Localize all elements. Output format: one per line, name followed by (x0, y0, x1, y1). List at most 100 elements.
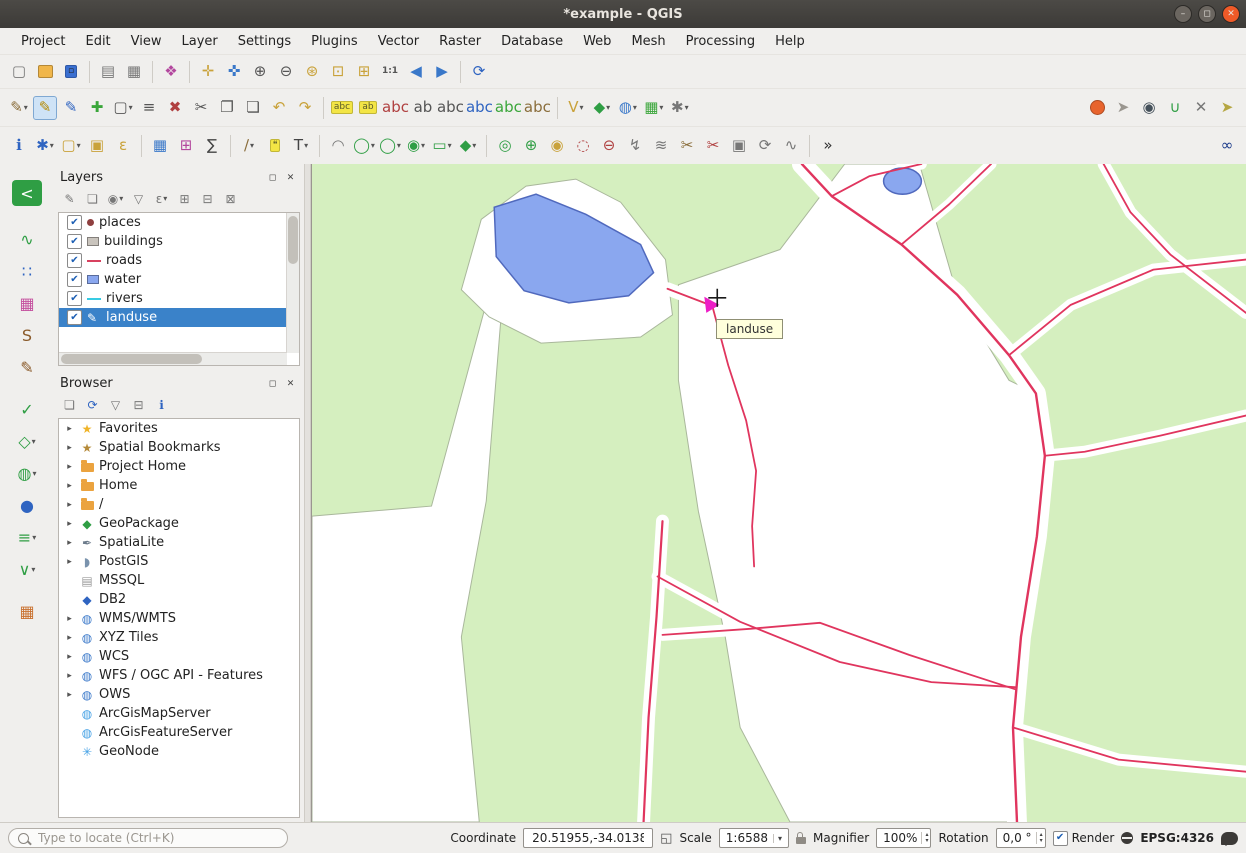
map-tips-icon[interactable]: ❝ (263, 134, 287, 158)
new-geopackage-layer-dropdown[interactable]: ▾ (606, 103, 610, 112)
ellipse-from-center-dropdown[interactable]: ▾ (421, 141, 425, 150)
check-polygon-icon[interactable]: ✓ (12, 396, 42, 422)
browser-item-xyz-tiles[interactable]: ▸◍XYZ Tiles (59, 628, 299, 647)
circle-dropdown-dropdown[interactable]: ▾ (32, 469, 36, 478)
browser-item-wms-wmts[interactable]: ▸◍WMS/WMTS (59, 609, 299, 628)
show-hide-labels-icon[interactable]: abc (437, 96, 464, 120)
reshape-features-icon[interactable]: ↯ (623, 134, 647, 158)
add-part-icon[interactable]: ⊕ (519, 134, 543, 158)
polygon-dropdown-dropdown[interactable]: ▾ (32, 437, 36, 446)
circle-2-points-dropdown[interactable]: ▾ (397, 141, 401, 150)
show-layout-manager-icon[interactable]: ▦ (122, 60, 146, 84)
zoom-out-icon[interactable]: ⊖ (274, 60, 298, 84)
zoom-next-icon[interactable]: ▶ (430, 60, 454, 84)
collapse-panels-icon[interactable]: < (12, 180, 42, 206)
offset-curve-icon[interactable]: ≋ (649, 134, 673, 158)
cancel-edits-icon[interactable]: ✕ (1189, 96, 1213, 120)
move-label-icon[interactable]: abc (466, 96, 493, 120)
expand-arrow-icon[interactable]: ▸ (64, 443, 75, 453)
fill-ring-icon[interactable]: ◉ (545, 134, 569, 158)
add-ring-icon[interactable]: ◎ (493, 134, 517, 158)
rectangle-from-extent-icon[interactable]: ▭▾ (430, 134, 454, 158)
highlight-pinned-labels-icon[interactable]: abc (382, 96, 409, 120)
layers-panel-float-button[interactable]: ◻ (265, 170, 280, 185)
spinner-arrows[interactable]: ▴▾ (1036, 832, 1043, 844)
coordinate-input[interactable] (530, 830, 646, 846)
messages-icon[interactable] (1221, 832, 1238, 845)
rotation-spinner[interactable]: 0,0 ° ▴▾ (996, 828, 1046, 848)
magnifier-spinner[interactable]: 100% ▴▾ (876, 828, 931, 848)
open-project-icon[interactable] (33, 60, 57, 84)
change-label-properties-icon[interactable]: abc (524, 96, 551, 120)
layers-horizontal-scrollbar[interactable] (59, 352, 287, 365)
open-attribute-table-icon[interactable]: ▦ (148, 134, 172, 158)
filter-by-expression-dropdown[interactable]: ▾ (163, 194, 167, 203)
browser-panel-float-button[interactable]: ◻ (265, 376, 280, 391)
new-temporary-layer-icon[interactable]: ▦▾ (642, 96, 666, 120)
add-selected-layers-icon[interactable]: ❏ (60, 395, 79, 414)
statistical-summary-icon[interactable]: ∑ (200, 134, 224, 158)
browser-item-home[interactable]: ▸Home (59, 476, 299, 495)
collapse-all-icon[interactable]: ⊟ (198, 189, 217, 208)
new-shapefile-layer-dropdown[interactable]: ▾ (579, 103, 583, 112)
expand-arrow-icon[interactable]: ▸ (64, 671, 75, 681)
locate-search[interactable] (8, 828, 288, 848)
layers-panel-close-button[interactable]: ✕ (283, 170, 298, 185)
layer-options-dropdown[interactable]: ▾ (685, 103, 689, 112)
delete-selected-icon[interactable]: ✖ (163, 96, 187, 120)
filter-browser-icon[interactable]: ▽ (106, 395, 125, 414)
rotate-label-icon[interactable]: abc (495, 96, 522, 120)
layer-labeling-options-icon[interactable]: abc (330, 96, 354, 120)
simplify-feature-icon[interactable]: ∿ (779, 134, 803, 158)
rectangle-from-extent-dropdown[interactable]: ▾ (448, 141, 452, 150)
render-checkbox[interactable]: ✔ (1053, 831, 1068, 846)
current-edits-dropdown[interactable]: ▾ (24, 103, 28, 112)
collapse-browser-icon[interactable]: ⊟ (129, 395, 148, 414)
close-button[interactable]: ✕ (1222, 5, 1240, 23)
current-edits-icon[interactable]: ✎▾ (7, 96, 31, 120)
filter-by-expression-icon[interactable]: ε▾ (152, 189, 171, 208)
pan-map-icon[interactable]: ✛ (196, 60, 220, 84)
delete-part-icon[interactable]: ⊖ (597, 134, 621, 158)
add-group-icon[interactable]: ❏ (83, 189, 102, 208)
menu-web[interactable]: Web (574, 31, 620, 52)
new-shapefile-layer-icon[interactable]: V▾ (564, 96, 588, 120)
save-layer-edits-icon[interactable]: ✎ (59, 96, 83, 120)
expand-arrow-icon[interactable]: ▸ (64, 557, 75, 567)
remove-layer-icon[interactable]: ⊠ (221, 189, 240, 208)
new-virtual-layer-dropdown[interactable]: ▾ (633, 103, 637, 112)
new-project-icon[interactable]: ▢ (7, 60, 31, 84)
paste-features-icon[interactable]: ❏ (241, 96, 265, 120)
scrollbar-thumb[interactable] (288, 216, 298, 264)
layer-row-rivers[interactable]: ✔rivers (59, 289, 299, 308)
field-calculator-icon[interactable]: ⊞ (174, 134, 198, 158)
layers-stack-icon[interactable]: ≡▾ (12, 524, 42, 550)
refresh-icon[interactable]: ⟳ (467, 60, 491, 84)
manage-map-themes-dropdown[interactable]: ▾ (119, 194, 123, 203)
browser-item-spatial-bookmarks[interactable]: ▸★Spatial Bookmarks (59, 438, 299, 457)
browser-item-arcgismapserver[interactable]: ◍ArcGisMapServer (59, 704, 299, 723)
panel-splitter[interactable] (304, 164, 311, 822)
layer-checkbox-water[interactable]: ✔ (67, 272, 82, 287)
zoom-last-icon[interactable]: ◀ (404, 60, 428, 84)
modify-attributes-icon[interactable]: ≡ (137, 96, 161, 120)
browser-item-project-home[interactable]: ▸Project Home (59, 457, 299, 476)
browser-item-spatialite[interactable]: ▸✒SpatiaLite (59, 533, 299, 552)
new-print-layout-icon[interactable]: ▤ (96, 60, 120, 84)
undo-icon[interactable]: ↶ (267, 96, 291, 120)
new-virtual-layer-icon[interactable]: ◍▾ (616, 96, 640, 120)
expand-arrow-icon[interactable]: ▸ (64, 633, 75, 643)
menu-layer[interactable]: Layer (173, 31, 227, 52)
vertex-tool-dropdown[interactable]: ▾ (129, 103, 133, 112)
menu-edit[interactable]: Edit (76, 31, 119, 52)
expand-arrow-icon[interactable]: ▸ (64, 424, 75, 434)
snapping-magnet-icon[interactable]: ∪ (1163, 96, 1187, 120)
deselect-features-icon[interactable]: ▣ (85, 134, 109, 158)
add-polygon-feature-icon[interactable]: ✚ (85, 96, 109, 120)
layer-checkbox-landuse[interactable]: ✔ (67, 310, 82, 325)
zoom-to-layer-icon[interactable]: ⊞ (352, 60, 376, 84)
circular-string-by-radius-icon[interactable]: ◯▾ (352, 134, 376, 158)
run-feature-action-icon[interactable]: ✱▾ (33, 134, 57, 158)
maximize-button[interactable]: ◻ (1198, 5, 1216, 23)
grid-points-icon[interactable]: ∷ (12, 258, 42, 284)
